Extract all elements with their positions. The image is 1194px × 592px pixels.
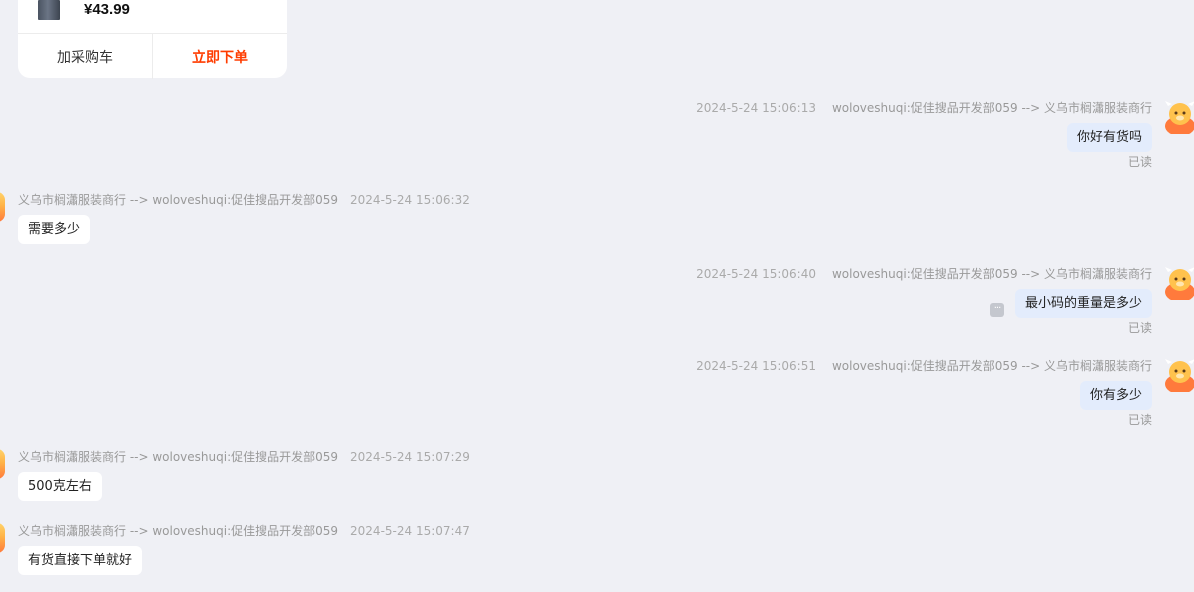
message-timestamp: 2024-5-24 15:07:47	[350, 524, 470, 538]
product-card-actions: 加采购车 立即下单	[18, 33, 287, 79]
buy-now-button[interactable]: 立即下单	[153, 34, 287, 79]
message-bubble-outgoing[interactable]: 你好有货吗	[1066, 123, 1152, 152]
message-bubble-incoming[interactable]: 需要多少	[18, 215, 91, 244]
avatar[interactable]	[1164, 264, 1194, 300]
message-sender: 义乌市榈瀟服装商行 --> woloveshuqi:促佳搜品开发部059	[18, 524, 339, 538]
message-sender: 义乌市榈瀟服装商行 --> woloveshuqi:促佳搜品开发部059	[18, 193, 339, 207]
message-timestamp: 2024-5-24 15:07:29	[350, 450, 470, 464]
product-card: ¥43.99 加采购车 立即下单	[18, 0, 287, 79]
message-timestamp: 2024-5-24 15:06:40	[696, 267, 816, 281]
message-sender: woloveshuqi:促佳搜品开发部059 --> 义乌市榈瀟服装商行	[831, 101, 1152, 115]
read-receipt: 已读	[1127, 321, 1152, 335]
message-timestamp: 2024-5-24 15:06:51	[696, 359, 816, 373]
product-price: ¥43.99	[84, 1, 130, 18]
avatar[interactable]	[0, 449, 5, 479]
message-bubble-incoming[interactable]: 有货直接下单就好	[18, 546, 143, 575]
more-dots-icon[interactable]: ···	[990, 303, 1004, 317]
message-sender: woloveshuqi:促佳搜品开发部059 --> 义乌市榈瀟服装商行	[831, 267, 1152, 281]
add-to-cart-button[interactable]: 加采购车	[18, 34, 153, 79]
read-receipt: 已读	[1127, 155, 1152, 169]
message-meta: 2024-5-24 15:06:40 woloveshuqi:促佳搜品开发部059…	[696, 265, 1152, 282]
message-timestamp: 2024-5-24 15:06:13	[696, 101, 816, 115]
message-bubble-incoming[interactable]: 500克左右	[18, 472, 102, 501]
message-bubble-outgoing[interactable]: 最小码的重量是多少	[1014, 289, 1152, 318]
message-meta: 2024-5-24 15:06:13 woloveshuqi:促佳搜品开发部059…	[696, 99, 1152, 116]
message-meta: 义乌市榈瀟服装商行 --> woloveshuqi:促佳搜品开发部059 2024…	[18, 522, 470, 539]
message-sender: woloveshuqi:促佳搜品开发部059 --> 义乌市榈瀟服装商行	[831, 359, 1152, 373]
avatar[interactable]	[1164, 98, 1194, 134]
message-meta: 义乌市榈瀟服装商行 --> woloveshuqi:促佳搜品开发部059 2024…	[18, 448, 470, 465]
read-receipt: 已读	[1127, 413, 1152, 427]
avatar[interactable]	[0, 523, 5, 553]
message-sender: 义乌市榈瀟服装商行 --> woloveshuqi:促佳搜品开发部059	[18, 450, 339, 464]
product-thumbnail[interactable]	[38, 0, 60, 20]
message-timestamp: 2024-5-24 15:06:32	[350, 193, 470, 207]
message-meta: 2024-5-24 15:06:51 woloveshuqi:促佳搜品开发部059…	[696, 357, 1152, 374]
message-meta: 义乌市榈瀟服装商行 --> woloveshuqi:促佳搜品开发部059 2024…	[18, 191, 470, 208]
avatar[interactable]	[0, 192, 5, 222]
message-bubble-outgoing[interactable]: 你有多少	[1079, 381, 1152, 410]
avatar[interactable]	[1164, 356, 1194, 392]
